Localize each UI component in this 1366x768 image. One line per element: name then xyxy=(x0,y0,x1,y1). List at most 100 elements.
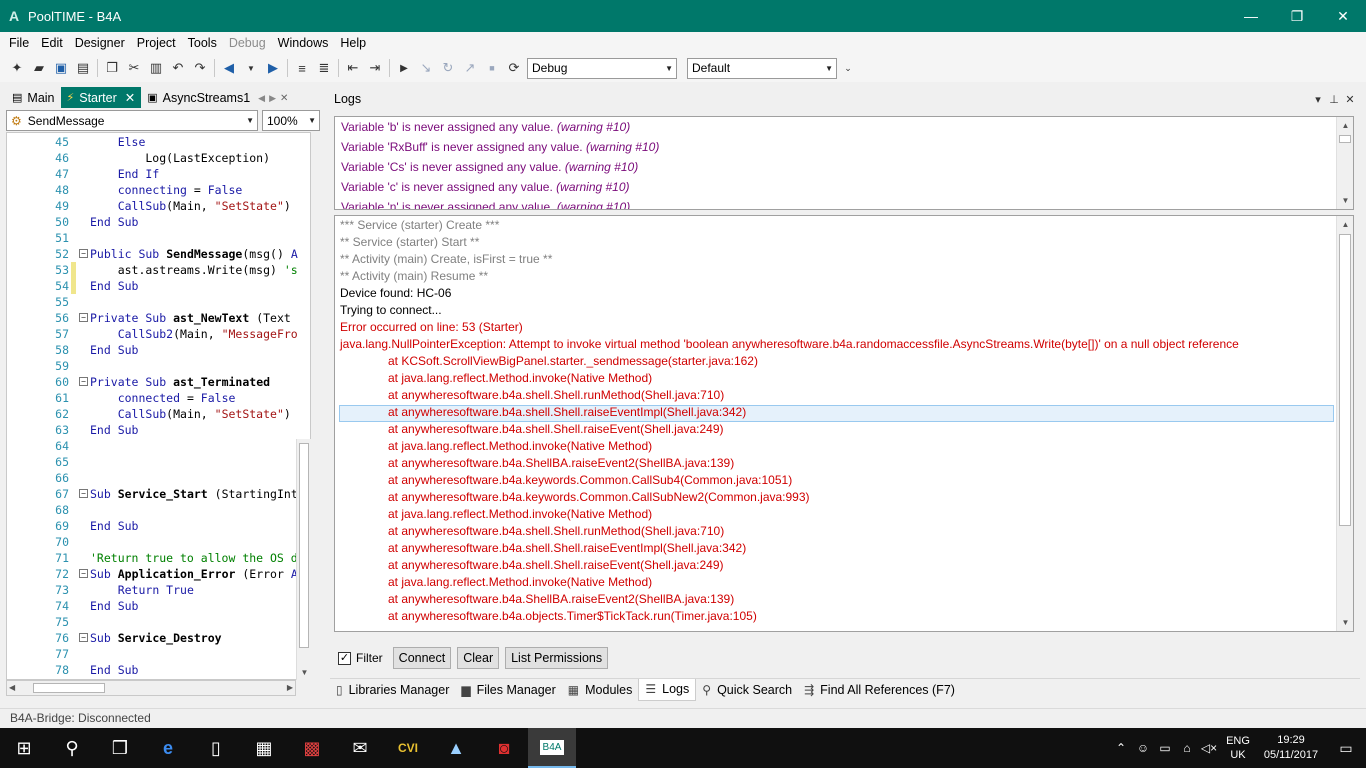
code-line[interactable]: 76 − Sub Service_Destroy xyxy=(7,630,310,646)
navigate-dropdown-icon[interactable]: ▼ xyxy=(240,57,262,79)
log-line[interactable]: at anywheresoftware.b4a.objects.Timer$Ti… xyxy=(388,608,757,625)
code-line[interactable]: 58 End Sub xyxy=(7,342,310,358)
log-line[interactable]: at java.lang.reflect.Method.invoke(Nativ… xyxy=(388,506,652,523)
tab-scroll-left-icon[interactable]: ◀ xyxy=(256,93,267,108)
battery-icon[interactable]: ▭ xyxy=(1154,741,1176,755)
log-line[interactable]: at java.lang.reflect.Method.invoke(Nativ… xyxy=(388,438,652,455)
code-line[interactable]: 64 xyxy=(7,438,310,454)
code-line[interactable]: 63 End Sub xyxy=(7,422,310,438)
people-icon[interactable]: ☺ xyxy=(1132,741,1154,755)
save-all-icon[interactable]: ▤ xyxy=(72,57,94,79)
code-line[interactable]: 54 End Sub xyxy=(7,278,310,294)
task-view-icon[interactable]: ❒ xyxy=(96,728,144,768)
search-icon[interactable]: ⚲ xyxy=(48,728,96,768)
minimize-button[interactable]: — xyxy=(1228,0,1274,32)
scroll-right-icon[interactable]: ▶ xyxy=(287,681,293,695)
log-line[interactable]: at anywheresoftware.b4a.shell.Shell.rais… xyxy=(388,557,724,574)
tab-find-all-references-f7[interactable]: ⇶ Find All References (F7) xyxy=(798,679,961,701)
scroll-thumb[interactable] xyxy=(299,443,309,648)
menu-help[interactable]: Help xyxy=(334,36,372,50)
log-line[interactable]: ** Service (starter) Start ** xyxy=(340,234,479,251)
stop-icon[interactable]: ■ xyxy=(481,57,503,79)
scroll-thumb[interactable] xyxy=(33,683,105,693)
menu-project[interactable]: Project xyxy=(131,36,182,50)
scroll-thumb[interactable] xyxy=(1339,234,1351,526)
log-line[interactable]: at anywheresoftware.b4a.keywords.Common.… xyxy=(388,472,792,489)
scroll-left-icon[interactable]: ◀ xyxy=(9,681,15,695)
run-icon[interactable]: ▶ xyxy=(393,57,415,79)
code-line[interactable]: 72 − Sub Application_Error (Error A xyxy=(7,566,310,582)
warning-item[interactable]: Variable 'b' is never assigned any value… xyxy=(341,117,630,137)
code-editor[interactable]: 45 Else 46 Log(LastException) 47 End If 48 … xyxy=(6,132,311,680)
warning-item[interactable]: Variable 'RxBuff' is never assigned any … xyxy=(341,137,659,157)
save-icon[interactable]: ▣ xyxy=(50,57,72,79)
code-line[interactable]: 61 connected = False xyxy=(7,390,310,406)
code-line[interactable]: 78 End Sub xyxy=(7,662,310,678)
code-line[interactable]: 45 Else xyxy=(7,134,310,150)
log-output[interactable]: ▲ ▼ *** Service (starter) Create *** ** S… xyxy=(334,215,1354,632)
warnings-scrollbar[interactable]: ▲ ▼ xyxy=(1336,117,1353,209)
code-line[interactable]: 77 xyxy=(7,646,310,662)
code-line[interactable]: 46 Log(LastException) xyxy=(7,150,310,166)
volume-mute-icon[interactable]: ◁× xyxy=(1198,741,1220,755)
log-line[interactable]: at anywheresoftware.b4a.shell.Shell.rais… xyxy=(388,540,746,557)
mail-icon[interactable]: ✉ xyxy=(336,728,384,768)
menu-edit[interactable]: Edit xyxy=(35,36,69,50)
code-line[interactable]: 60 − Private Sub ast_Terminated xyxy=(7,374,310,390)
sub-selector[interactable]: ⚙ SendMessage ▼ xyxy=(6,110,258,131)
code-line[interactable]: 48 connecting = False xyxy=(7,182,310,198)
windows-start-icon[interactable]: ⊞ xyxy=(0,728,48,768)
fold-toggle-icon[interactable]: − xyxy=(79,249,88,258)
tab-starter[interactable]: ⚡ Starter ✕ xyxy=(60,87,142,108)
cut-icon[interactable]: ✂ xyxy=(123,57,145,79)
scroll-down-icon[interactable]: ▼ xyxy=(1337,192,1353,209)
file-icon[interactable]: ▯ xyxy=(192,728,240,768)
code-line[interactable]: 73 Return True xyxy=(7,582,310,598)
copy-icon[interactable]: ❐ xyxy=(101,57,123,79)
pdf-icon[interactable]: ◙ xyxy=(480,728,528,768)
code-line[interactable]: 50 End Sub xyxy=(7,214,310,230)
store-icon[interactable]: ▦ xyxy=(240,728,288,768)
code-line[interactable]: 67 − Sub Service_Start (StartingInt xyxy=(7,486,310,502)
log-line[interactable]: at java.lang.reflect.Method.invoke(Nativ… xyxy=(388,574,652,591)
code-line[interactable]: 68 xyxy=(7,502,310,518)
menu-file[interactable]: File xyxy=(3,36,35,50)
log-line[interactable]: Trying to connect... xyxy=(340,302,442,319)
fold-toggle-icon[interactable]: − xyxy=(79,313,88,322)
uncomment-block-icon[interactable]: ≣ xyxy=(313,57,335,79)
clear-button[interactable]: Clear xyxy=(457,647,500,669)
scroll-down-icon[interactable]: ▼ xyxy=(297,665,312,680)
code-line[interactable]: 55 xyxy=(7,294,310,310)
log-line[interactable]: at KCSoft.ScrollViewBigPanel.starter._se… xyxy=(388,353,758,370)
code-line[interactable]: 51 xyxy=(7,230,310,246)
log-line[interactable]: *** Service (starter) Create *** xyxy=(340,217,499,234)
log-line[interactable]: at anywheresoftware.b4a.shell.Shell.rais… xyxy=(388,404,746,421)
scroll-up-icon[interactable]: ▲ xyxy=(1337,216,1353,233)
log-line[interactable]: Error occurred on line: 53 (Starter) xyxy=(340,319,523,336)
close-tab-icon[interactable]: ✕ xyxy=(125,90,135,105)
code-horizontal-scrollbar[interactable]: ◀ ▶ xyxy=(6,680,296,696)
step-out-icon[interactable]: ↗ xyxy=(459,57,481,79)
navigate-back-icon[interactable]: ◀ xyxy=(218,57,240,79)
code-line[interactable]: 75 xyxy=(7,614,310,630)
menu-tools[interactable]: Tools xyxy=(182,36,223,50)
clock[interactable]: 19:29 05/11/2017 xyxy=(1256,733,1326,763)
cvi-icon[interactable]: CVI xyxy=(384,728,432,768)
fold-toggle-icon[interactable]: − xyxy=(79,489,88,498)
tab-modules[interactable]: ▦ Modules xyxy=(562,679,639,701)
log-line[interactable]: at anywheresoftware.b4a.shell.Shell.runM… xyxy=(388,387,724,404)
code-line[interactable]: 69 End Sub xyxy=(7,518,310,534)
language-indicator[interactable]: ENG UK xyxy=(1220,734,1256,762)
panel-close-icon[interactable]: ✕ xyxy=(1342,93,1358,106)
panel-menu-icon[interactable]: ▾ xyxy=(1310,93,1326,106)
log-line[interactable]: at anywheresoftware.b4a.ShellBA.raiseEve… xyxy=(388,455,734,472)
restart-icon[interactable]: ⟳ xyxy=(503,57,525,79)
connect-button[interactable]: Connect xyxy=(392,647,452,669)
code-line[interactable]: 53 ast.astreams.Write(msg) 's xyxy=(7,262,310,278)
log-line[interactable]: Device found: HC-06 xyxy=(340,285,451,302)
build-config-select[interactable]: Debug ▼ xyxy=(527,57,677,79)
close-button[interactable]: ✕ xyxy=(1320,0,1366,32)
zoom-select[interactable]: 100% ▼ xyxy=(262,110,320,131)
edge-icon[interactable]: e xyxy=(144,728,192,768)
log-line[interactable]: java.lang.NullPointerException: Attempt … xyxy=(340,336,1239,353)
